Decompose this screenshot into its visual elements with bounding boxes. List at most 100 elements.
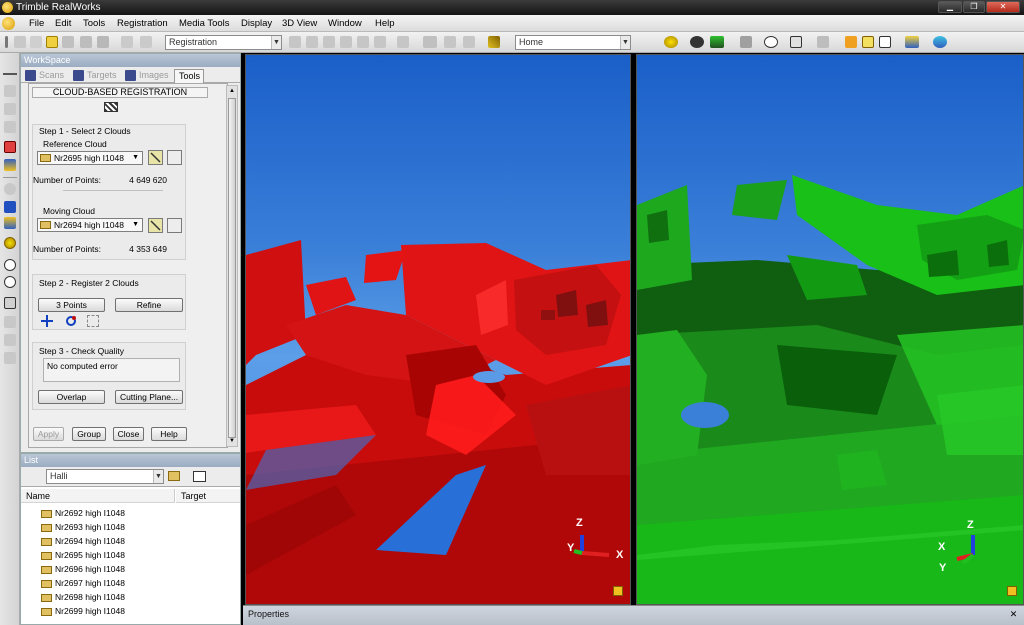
moving-3d-view[interactable]: Z X Y [636, 54, 1024, 605]
image-icon[interactable] [463, 36, 475, 48]
three-points-button[interactable]: 3 Points [38, 298, 105, 312]
globe-icon[interactable] [933, 36, 947, 48]
list-item[interactable]: Nr2697 high I1048 [41, 577, 125, 590]
center-icon[interactable] [87, 315, 99, 327]
info-icon[interactable] [862, 36, 874, 48]
project-combo[interactable]: Halli ▼ [46, 469, 164, 484]
scanner-icon[interactable] [4, 159, 16, 171]
toolbox-scrollbar[interactable]: ▲ ▼ [226, 85, 238, 447]
pick-2-icon[interactable] [306, 36, 318, 48]
close-button[interactable]: Close [113, 427, 144, 441]
cube-icon[interactable] [4, 297, 16, 309]
list-item[interactable]: Nr2692 high I1048 [41, 507, 125, 520]
warning-icon[interactable] [845, 36, 857, 48]
undo-icon[interactable] [121, 36, 133, 48]
cutting-plane-button[interactable]: Cutting Plane... [115, 390, 183, 404]
registration-combo[interactable]: Registration ▼ [165, 35, 282, 50]
tab-scans[interactable]: Scans [23, 69, 70, 83]
reference-3d-view[interactable]: Z Y X [245, 54, 631, 605]
lock-icon[interactable] [613, 586, 623, 596]
render-icon[interactable] [710, 36, 724, 48]
tool-4-icon[interactable] [4, 183, 16, 195]
restore-icon[interactable]: ❐ [963, 1, 985, 13]
menu-3d-view[interactable]: 3D View [282, 15, 317, 32]
minimize-icon[interactable]: ▁ [938, 1, 962, 13]
open-icon[interactable] [30, 36, 42, 48]
segment-2-icon[interactable] [374, 36, 386, 48]
tool-2-icon[interactable] [4, 103, 16, 115]
save-icon[interactable] [62, 36, 74, 48]
list-item[interactable]: Nr2699 high I1048 [41, 605, 125, 618]
new-icon[interactable] [14, 36, 26, 48]
tool-1-icon[interactable] [4, 85, 16, 97]
pick-reference-button[interactable] [148, 150, 163, 165]
list-item[interactable]: Nr2693 high I1048 [41, 521, 125, 534]
refine-button[interactable]: Refine [115, 298, 183, 312]
menu-registration[interactable]: Registration [117, 15, 168, 32]
tool-7-icon[interactable] [4, 352, 16, 364]
apply-button[interactable]: Apply [33, 427, 64, 441]
menu-display[interactable]: Display [241, 15, 272, 32]
save-as-icon[interactable] [80, 36, 92, 48]
zoom-in-icon[interactable] [4, 259, 16, 271]
rotate-icon[interactable] [4, 237, 16, 249]
tool-6-icon[interactable] [4, 334, 16, 346]
segment-icon[interactable] [357, 36, 369, 48]
list-item[interactable]: Nr2698 high I1048 [41, 591, 125, 604]
col-name[interactable]: Name [21, 489, 175, 503]
list-item[interactable]: Nr2696 high I1048 [41, 563, 125, 576]
lighting-icon[interactable] [817, 36, 829, 48]
pick-icon[interactable] [289, 36, 301, 48]
home-icon[interactable] [4, 217, 16, 229]
scroll-down-icon[interactable]: ▼ [227, 436, 237, 446]
target-icon[interactable] [4, 141, 16, 153]
folder-icon[interactable] [46, 36, 58, 48]
col-target[interactable]: Target [176, 489, 240, 503]
list-item[interactable]: Nr2694 high I1048 [41, 535, 125, 548]
lock-icon[interactable] [1007, 586, 1017, 596]
rotate-icon[interactable] [65, 315, 77, 327]
menu-edit[interactable]: Edit [55, 15, 71, 32]
measure-icon[interactable] [488, 36, 500, 48]
list-item[interactable]: Nr2695 high I1048 [41, 549, 125, 562]
help-button[interactable]: Help [151, 427, 187, 441]
close-icon[interactable]: ✕ [1008, 609, 1019, 620]
overlap-button[interactable]: Overlap [38, 390, 105, 404]
menu-tools[interactable]: Tools [83, 15, 105, 32]
select-reference-button[interactable] [167, 150, 182, 165]
menu-file[interactable]: File [29, 15, 44, 32]
move-icon[interactable] [41, 315, 53, 327]
folder-up-icon[interactable] [168, 471, 180, 481]
close-icon[interactable]: ✕ [986, 1, 1020, 13]
table-icon[interactable] [879, 36, 891, 48]
tab-images[interactable]: Images [123, 69, 173, 83]
reference-cloud-select[interactable]: Nr2695 high I1048 ▼ [37, 151, 143, 165]
menu-help[interactable]: Help [375, 15, 395, 32]
pan-icon[interactable] [4, 201, 16, 213]
pick-4-icon[interactable] [340, 36, 352, 48]
sample-icon[interactable] [397, 36, 409, 48]
layers-icon[interactable] [905, 36, 919, 48]
rectangle-icon[interactable] [423, 36, 437, 48]
pick-moving-button[interactable] [148, 218, 163, 233]
eye-2-icon[interactable] [690, 36, 704, 48]
camera-icon[interactable] [790, 36, 802, 48]
eye-3-icon[interactable] [764, 36, 778, 48]
tab-tools[interactable]: Tools [174, 69, 204, 83]
tool-3-icon[interactable] [4, 121, 16, 133]
view-combo[interactable]: Home ▼ [515, 35, 631, 50]
redo-icon[interactable] [140, 36, 152, 48]
tab-targets[interactable]: Targets [71, 69, 121, 83]
moving-cloud-select[interactable]: Nr2694 high I1048 ▼ [37, 218, 143, 232]
menu-media-tools[interactable]: Media Tools [179, 15, 230, 32]
pick-3-icon[interactable] [323, 36, 335, 48]
print-icon[interactable] [97, 36, 109, 48]
view-mode-icon[interactable] [193, 471, 206, 482]
eye-icon[interactable] [664, 36, 678, 48]
points-icon[interactable] [740, 36, 752, 48]
scroll-up-icon[interactable]: ▲ [227, 86, 237, 96]
scroll-thumb[interactable] [228, 98, 236, 438]
grid-icon[interactable] [444, 36, 456, 48]
zoom-out-icon[interactable] [4, 276, 16, 288]
select-moving-button[interactable] [167, 218, 182, 233]
